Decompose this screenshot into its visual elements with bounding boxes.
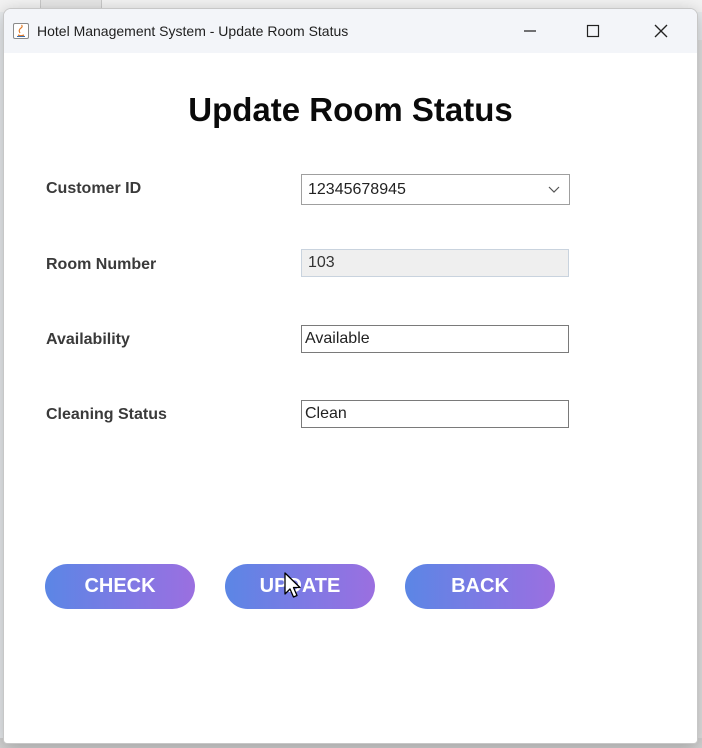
- check-button[interactable]: CHECK: [45, 564, 195, 609]
- room-number-label: Room Number: [46, 256, 157, 273]
- update-room-status-window: Hotel Management System - Update Room St…: [3, 8, 698, 744]
- chevron-down-icon[interactable]: [539, 175, 569, 204]
- minimize-icon: [524, 30, 536, 32]
- java-app-icon: [13, 23, 29, 39]
- customer-id-combobox[interactable]: 12345678945: [301, 174, 570, 205]
- availability-label: Availability: [46, 331, 130, 348]
- room-number-field: [301, 249, 569, 277]
- page-title: Update Room Status: [188, 91, 513, 128]
- minimize-button[interactable]: [507, 9, 553, 53]
- update-button[interactable]: UPDATE: [225, 564, 375, 609]
- back-button[interactable]: BACK: [405, 564, 555, 609]
- title-bar[interactable]: Hotel Management System - Update Room St…: [4, 9, 697, 53]
- maximize-icon: [586, 24, 600, 38]
- availability-field[interactable]: [301, 325, 569, 353]
- maximize-button[interactable]: [570, 9, 616, 53]
- close-button[interactable]: [638, 9, 684, 53]
- close-icon: [654, 24, 668, 38]
- window-title: Hotel Management System - Update Room St…: [37, 23, 349, 39]
- customer-id-selected-value: 12345678945: [308, 181, 406, 198]
- customer-id-label: Customer ID: [46, 180, 142, 197]
- cleaning-status-field[interactable]: [301, 400, 569, 428]
- cleaning-status-label: Cleaning Status: [46, 406, 167, 423]
